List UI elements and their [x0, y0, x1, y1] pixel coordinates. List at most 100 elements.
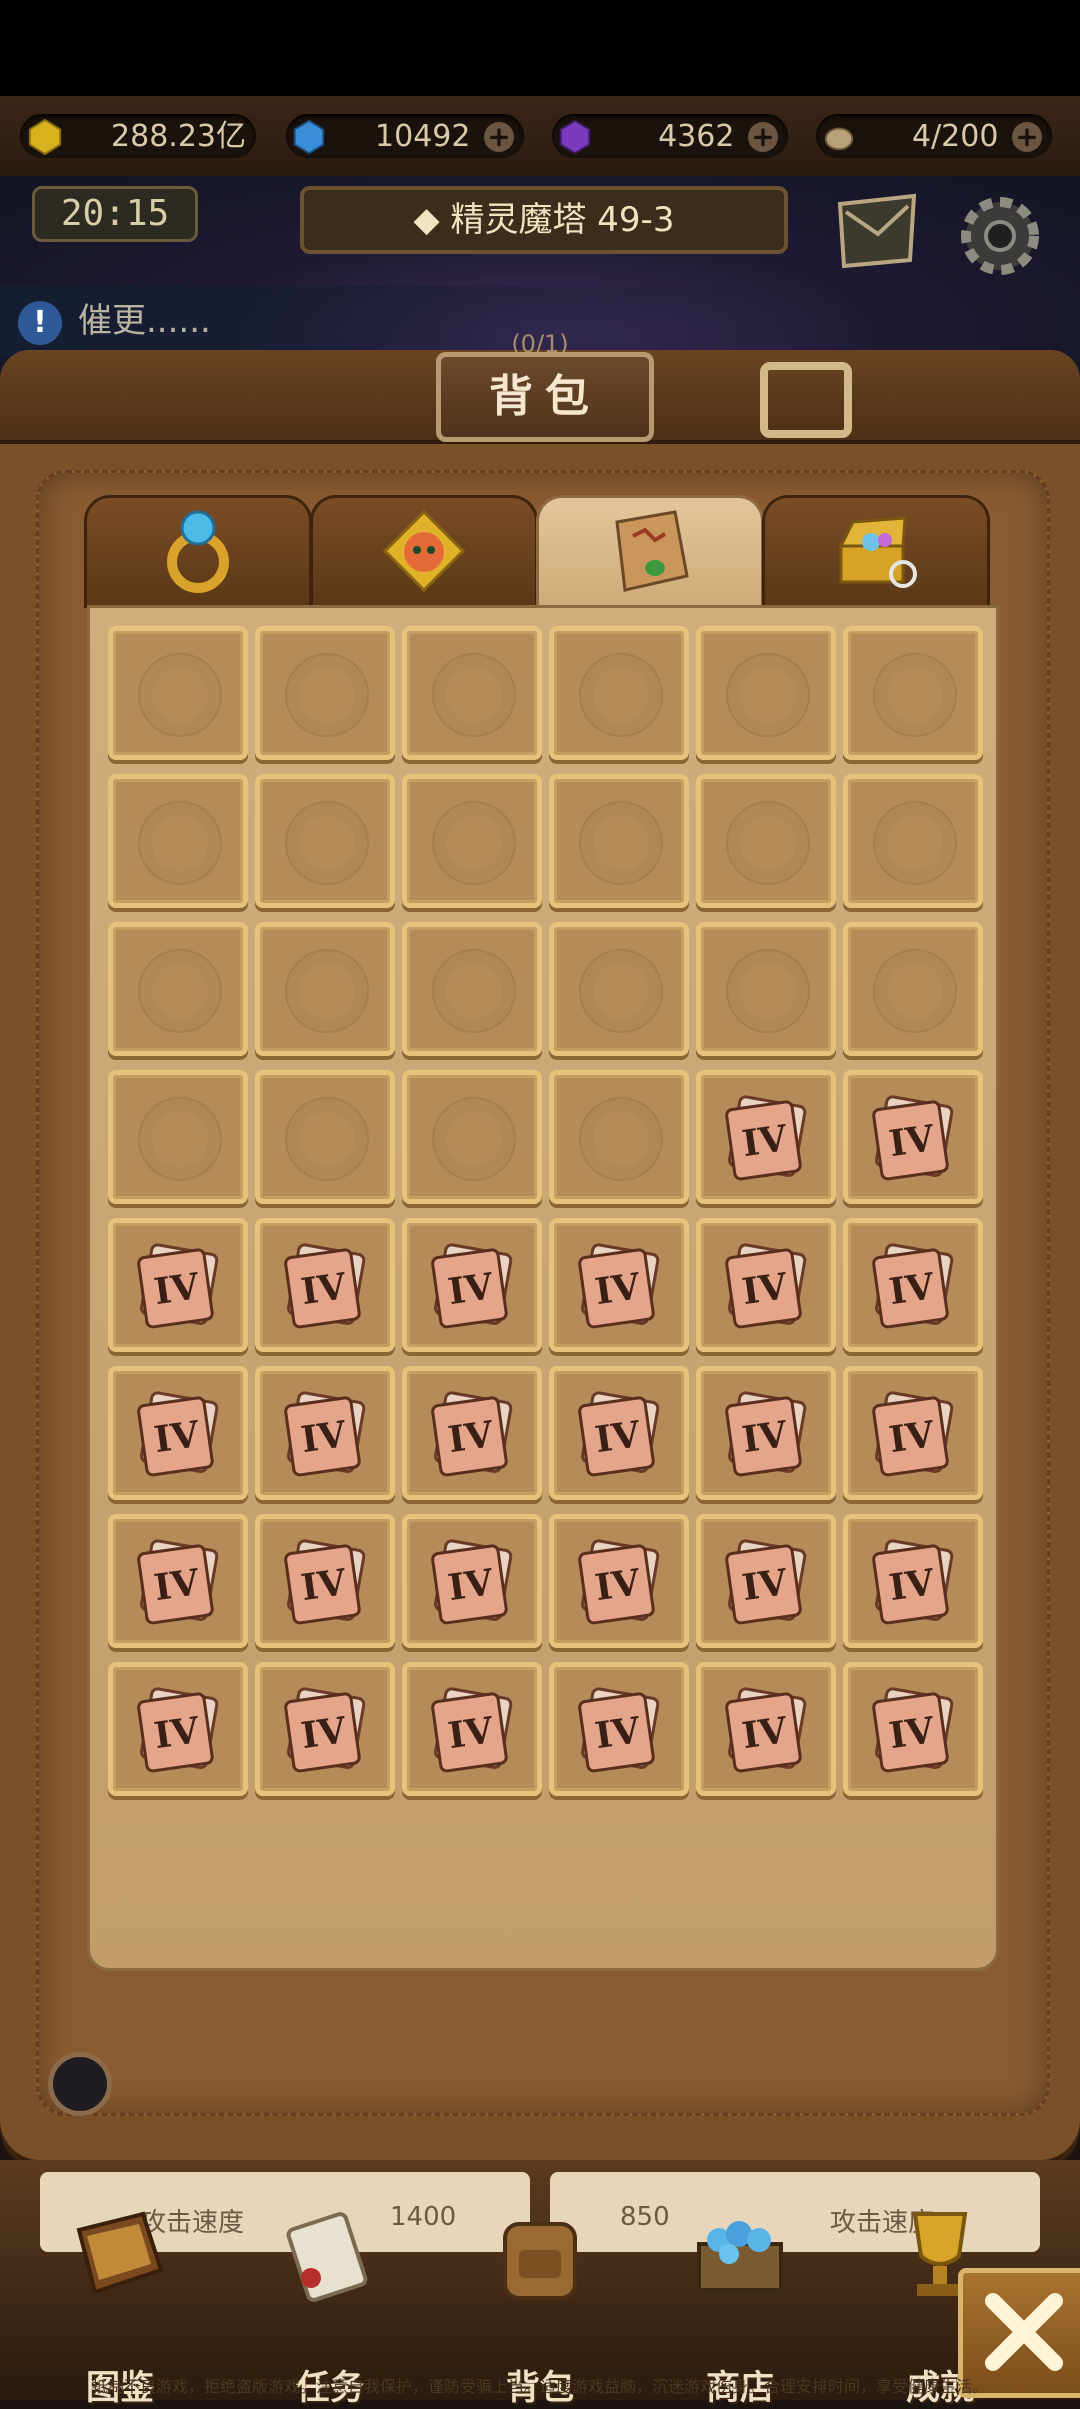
empty-slot[interactable] [402, 922, 542, 1056]
tab-treasure[interactable] [762, 495, 990, 608]
empty-slot[interactable] [108, 1070, 248, 1204]
add-stamina-button[interactable]: + [1012, 121, 1042, 152]
empty-slot[interactable] [108, 626, 248, 760]
item-tier-label: IV [445, 1561, 496, 1609]
stamina-counter: 4/200 + [816, 114, 1052, 158]
slot-emblem [579, 1097, 663, 1181]
map-card-item[interactable]: IV [402, 1662, 542, 1796]
slot-emblem [579, 801, 663, 885]
map-card-icon: IV [431, 1687, 513, 1773]
tab-equipment[interactable] [84, 495, 312, 608]
purple-gem-counter: 4362 + [552, 114, 788, 158]
empty-slot[interactable] [402, 774, 542, 908]
diamond-icon [293, 119, 325, 155]
map-card-item[interactable]: IV [549, 1366, 689, 1500]
empty-slot[interactable] [843, 922, 983, 1056]
map-card-icon: IV [578, 1243, 660, 1329]
map-card-item[interactable]: IV [696, 1662, 836, 1796]
map-card-item[interactable]: IV [402, 1514, 542, 1648]
empty-slot[interactable] [696, 922, 836, 1056]
map-card-item[interactable]: IV [549, 1514, 689, 1648]
close-icon [985, 2293, 1063, 2371]
stage-title-text: 精灵魔塔 49-3 [450, 200, 675, 240]
empty-slot[interactable] [255, 774, 395, 908]
map-card-icon: IV [725, 1243, 807, 1329]
add-diamond-button[interactable]: + [484, 121, 514, 152]
map-card-icon: IV [284, 1687, 366, 1773]
empty-slot[interactable] [549, 1070, 689, 1204]
map-card-item[interactable]: IV [255, 1514, 395, 1648]
item-tier-label: IV [445, 1709, 496, 1757]
empty-slot[interactable] [843, 774, 983, 908]
tab-maps[interactable] [536, 495, 764, 612]
map-card-item[interactable]: IV [402, 1218, 542, 1352]
empty-slot[interactable] [843, 626, 983, 760]
map-card-item[interactable]: IV [696, 1218, 836, 1352]
map-card-item[interactable]: IV [843, 1070, 983, 1204]
diamond-counter: 10492 + [286, 114, 524, 158]
empty-slot[interactable] [108, 774, 248, 908]
map-card-item[interactable]: IV [255, 1662, 395, 1796]
slot-emblem [726, 949, 810, 1033]
item-tier-label: IV [298, 1561, 349, 1609]
slot-emblem [138, 949, 222, 1033]
map-card-item[interactable]: IV [402, 1366, 542, 1500]
tab-fragments[interactable] [310, 495, 538, 608]
item-tier-label: IV [298, 1709, 349, 1757]
map-card-item[interactable]: IV [255, 1366, 395, 1500]
empty-slot[interactable] [549, 774, 689, 908]
empty-slot[interactable] [255, 922, 395, 1056]
map-card-icon: IV [872, 1687, 954, 1773]
map-card-item[interactable]: IV [108, 1662, 248, 1796]
empty-slot[interactable] [696, 774, 836, 908]
map-card-item[interactable]: IV [255, 1218, 395, 1352]
slot-emblem [873, 949, 957, 1033]
slot-emblem [285, 801, 369, 885]
item-tier-label: IV [739, 1561, 790, 1609]
empty-slot[interactable] [549, 922, 689, 1056]
map-card-item[interactable]: IV [549, 1662, 689, 1796]
map-card-item[interactable]: IV [696, 1514, 836, 1648]
notice-banner[interactable]: ! 催更...... [0, 286, 820, 356]
map-card-item[interactable]: IV [696, 1366, 836, 1500]
item-tier-label: IV [886, 1117, 937, 1165]
item-tier-label: IV [445, 1413, 496, 1461]
map-card-icon: IV [284, 1391, 366, 1477]
empty-slot[interactable] [696, 626, 836, 760]
map-card-item[interactable]: IV [108, 1218, 248, 1352]
slot-emblem [432, 801, 516, 885]
settings-gear-icon[interactable] [950, 186, 1050, 286]
empty-slot[interactable] [549, 626, 689, 760]
puzzle-pet-icon [382, 509, 466, 593]
panel-strap: (0/1) 背包 [0, 330, 1080, 444]
item-tier-label: IV [151, 1561, 202, 1609]
item-tier-label: IV [739, 1117, 790, 1165]
empty-slot[interactable] [108, 922, 248, 1056]
empty-slot[interactable] [255, 1070, 395, 1204]
book-icon [76, 2211, 164, 2295]
map-card-icon: IV [431, 1391, 513, 1477]
empty-slot[interactable] [402, 1070, 542, 1204]
empty-slot[interactable] [402, 626, 542, 760]
map-card-item[interactable]: IV [843, 1366, 983, 1500]
map-card-item[interactable]: IV [108, 1366, 248, 1500]
map-card-icon: IV [284, 1539, 366, 1625]
map-card-item[interactable]: IV [696, 1070, 836, 1204]
nav-backpack[interactable]: 背包 [440, 2200, 640, 2408]
nav-tasks[interactable]: 任务 [230, 2200, 430, 2408]
slot-emblem [873, 801, 957, 885]
mail-icon[interactable] [832, 186, 922, 276]
empty-slot[interactable] [255, 626, 395, 760]
map-card-item[interactable]: IV [843, 1662, 983, 1796]
map-card-item[interactable]: IV [843, 1218, 983, 1352]
resource-bar: 288.23亿 10492 + 4362 + 4/200 + [0, 96, 1080, 178]
nav-shop[interactable]: 商店 [640, 2200, 840, 2408]
map-card-item[interactable]: IV [843, 1514, 983, 1648]
map-card-item[interactable]: IV [108, 1514, 248, 1648]
map-card-icon: IV [578, 1391, 660, 1477]
nav-codex[interactable]: 图鉴 [20, 2200, 220, 2408]
add-purple-gem-button[interactable]: + [748, 121, 778, 152]
item-tier-label: IV [739, 1265, 790, 1313]
map-card-icon: IV [578, 1539, 660, 1625]
map-card-item[interactable]: IV [549, 1218, 689, 1352]
